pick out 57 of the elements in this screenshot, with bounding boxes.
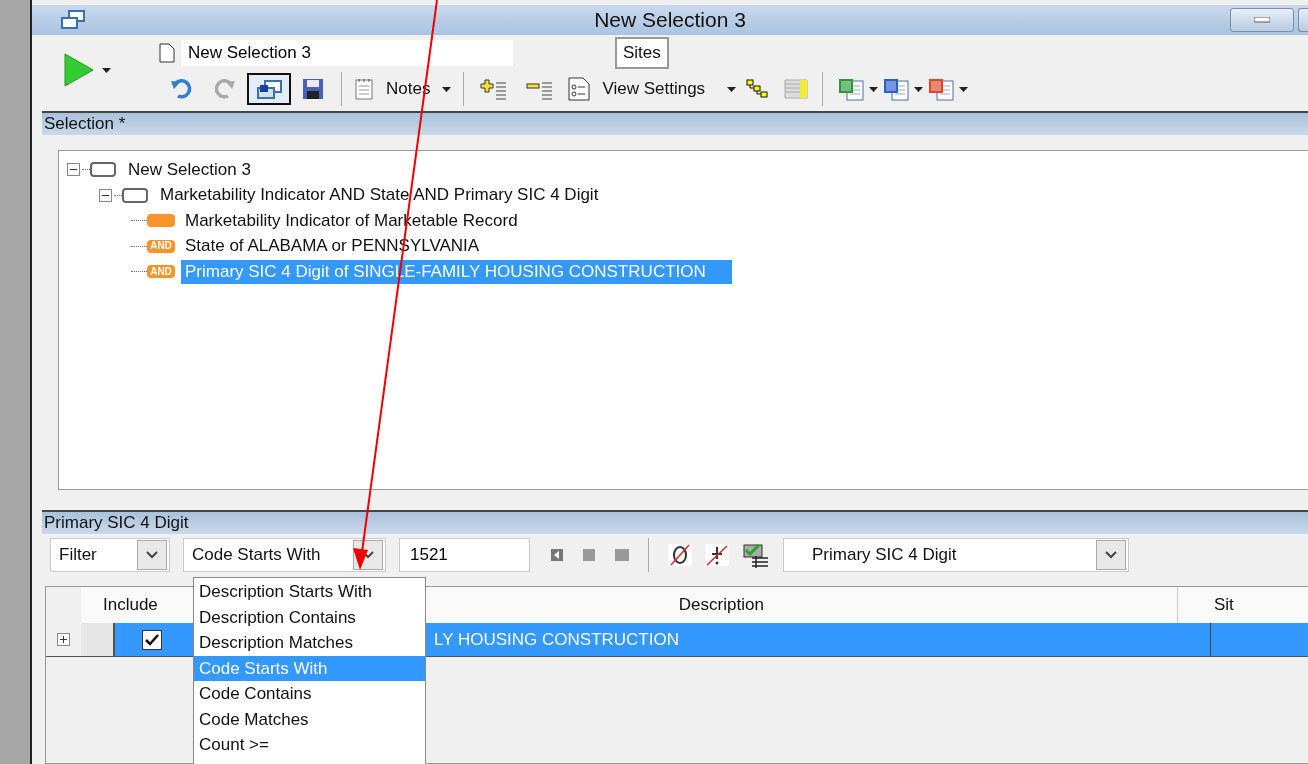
notepad-icon[interactable] [354, 78, 374, 100]
value-field[interactable]: 1521 [399, 538, 530, 572]
tree-item[interactable]: New Selection 3 [124, 157, 255, 182]
group-icon [122, 187, 148, 203]
condition-badge: AND [147, 265, 175, 279]
excel-export-icon[interactable] [837, 77, 866, 101]
column-header[interactable]: Sit [1213, 595, 1234, 615]
add-condition-icon[interactable] [480, 78, 509, 100]
menu-item[interactable]: Code Matches [194, 706, 425, 732]
menu-item[interactable]: Code Contains [194, 681, 425, 707]
document-icon [159, 43, 175, 63]
minimize-icon [1254, 17, 1270, 23]
windows-icon [60, 10, 86, 30]
menu-item[interactable]: Count >= [194, 732, 425, 758]
menu-item[interactable]: Description Matches [194, 630, 425, 656]
first-icon[interactable] [551, 549, 563, 561]
chevron-down-icon [1105, 551, 1117, 559]
operator-dropdown[interactable]: Code Starts With [183, 538, 386, 572]
lock-button[interactable] [247, 73, 291, 105]
group-icon [90, 162, 116, 178]
settings-document-icon[interactable] [568, 77, 591, 101]
sites-field[interactable]: Sites [615, 37, 669, 69]
table-cell-text: LY HOUSING CONSTRUCTION [434, 629, 680, 650]
column-header[interactable]: Include [103, 595, 158, 615]
mode-dropdown[interactable]: Filter [50, 538, 170, 572]
minimize-button[interactable] [1230, 8, 1294, 32]
caret-icon[interactable] [914, 86, 924, 92]
field-dropdown[interactable]: Primary SIC 4 Digit [783, 538, 1129, 572]
hierarchy-icon[interactable] [746, 79, 769, 99]
table-check-icon[interactable] [742, 542, 770, 568]
caret-icon [727, 86, 737, 92]
tree-item[interactable]: Marketability Indicator AND State AND Primary SIC 4 Digit [156, 183, 603, 208]
caret-icon[interactable] [102, 67, 111, 73]
collapse-toggle[interactable] [67, 163, 80, 177]
powerpoint-export-icon[interactable] [927, 77, 956, 101]
include-checkbox[interactable] [142, 629, 162, 650]
panel-header: Primary SIC 4 Digit [42, 510, 1308, 534]
caret-icon [442, 86, 452, 92]
condition-icon [147, 214, 175, 228]
caret-icon[interactable] [869, 86, 879, 92]
view-settings-button[interactable]: View Settings [596, 74, 743, 104]
word-export-icon[interactable] [882, 77, 911, 101]
window-title: New Selection 3 [594, 8, 746, 31]
condition-badge: AND [147, 239, 175, 253]
column-header[interactable]: Description [678, 595, 764, 615]
clear-icon[interactable] [705, 544, 729, 566]
empty-set-icon[interactable] [668, 544, 692, 566]
chevron-down-icon [146, 551, 158, 559]
row-header[interactable] [81, 623, 115, 656]
collapse-toggle[interactable] [99, 188, 112, 202]
run-icon[interactable] [64, 53, 94, 87]
selection-name-field[interactable]: New Selection 3 [181, 40, 513, 66]
lock-windows-icon [255, 78, 283, 100]
menu-item[interactable]: Description Starts With [194, 579, 425, 605]
caret-icon[interactable] [959, 86, 969, 92]
panel-header: Selection * [42, 111, 1308, 135]
expand-toggle[interactable] [58, 634, 69, 645]
